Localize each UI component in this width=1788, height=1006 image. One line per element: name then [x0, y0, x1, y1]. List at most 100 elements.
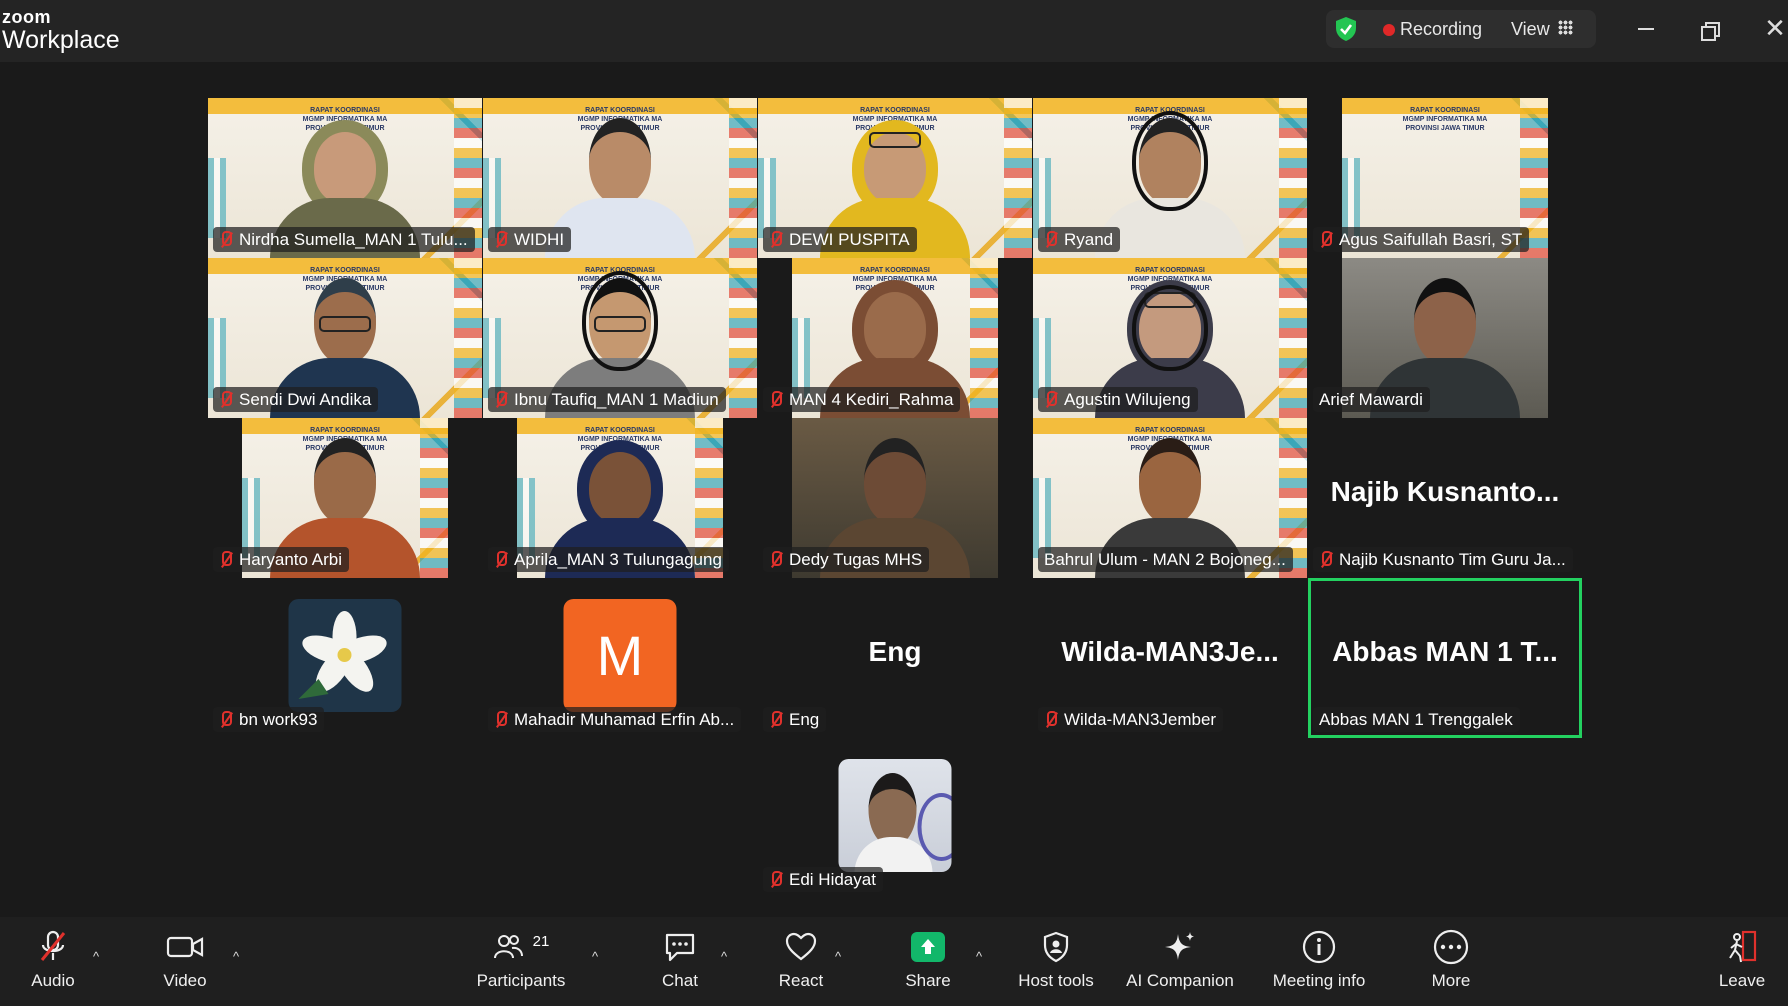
- participant-display-name: Eng: [868, 636, 922, 667]
- meeting-info-label: Meeting info: [1272, 971, 1366, 990]
- participants-options-caret-icon[interactable]: ^: [592, 949, 604, 964]
- participant-name-tag: Agustin Wilujeng: [1038, 387, 1198, 412]
- audio-button[interactable]: Audio: [28, 917, 78, 1006]
- audio-options-caret-icon[interactable]: ^: [93, 949, 105, 964]
- participant-name: MAN 4 Kediri_Rahma: [789, 389, 954, 409]
- participant-tile[interactable]: RAPAT KOORDINASI MGMP INFORMATIKA MA PRO…: [483, 418, 757, 578]
- host-tools-label: Host tools: [1018, 971, 1094, 990]
- participant-name-tag: Ryand: [1038, 227, 1121, 252]
- microphone-muted-icon: [769, 710, 782, 729]
- microphone-muted-icon: [219, 230, 232, 249]
- audio-label: Audio: [31, 971, 75, 990]
- microphone-muted-icon: [494, 550, 507, 569]
- participant-tile[interactable]: RAPAT KOORDINASI MGMP INFORMATIKA MA PRO…: [1033, 418, 1307, 578]
- participant-name-tag: WIDHI: [488, 227, 572, 252]
- share-button[interactable]: Share: [903, 917, 953, 1006]
- more-label: More: [1431, 971, 1471, 990]
- participant-name-tag: Abbas MAN 1 Trenggalek: [1313, 707, 1520, 732]
- host-tools-shield-icon: [1033, 929, 1079, 965]
- brand-large: Workplace: [2, 26, 120, 54]
- banner-text: RAPAT KOORDINASI MGMP INFORMATIKA MA PRO…: [1402, 107, 1488, 132]
- participant-tile[interactable]: bn work93: [208, 578, 482, 738]
- participant-tile[interactable]: Eng Eng: [758, 578, 1032, 738]
- chat-options-caret-icon[interactable]: ^: [721, 949, 733, 964]
- participant-name: bn work93: [239, 709, 318, 729]
- participant-tile[interactable]: RAPAT KOORDINASI MGMP INFORMATIKA MA PRO…: [208, 258, 482, 418]
- brand-small: zoom: [2, 7, 51, 27]
- chat-label: Chat: [662, 971, 698, 990]
- profile-picture: [838, 759, 952, 872]
- profile-picture: [288, 599, 402, 712]
- participant-name: DEWI PUSPITA: [789, 229, 910, 249]
- participant-tile[interactable]: RAPAT KOORDINASI MGMP INFORMATIKA MA PRO…: [1033, 98, 1307, 258]
- host-tools-button[interactable]: Host tools: [1006, 917, 1106, 1006]
- chat-bubble-icon: [657, 929, 703, 965]
- participant-tile[interactable]: RAPAT KOORDINASI MGMP INFORMATIKA MA PRO…: [1033, 258, 1307, 418]
- video-options-caret-icon[interactable]: ^: [233, 949, 245, 964]
- participant-name: Sendi Dwi Andika: [239, 389, 372, 409]
- ai-companion-button[interactable]: AI Companion: [1120, 917, 1240, 1006]
- participant-name-tag: DEWI PUSPITA: [763, 227, 917, 252]
- participant-name-tag: Agus Saifullah Basri, ST: [1313, 227, 1530, 252]
- participant-display-name: Wilda-MAN3Je...: [1061, 636, 1279, 667]
- participant-tile[interactable]: RAPAT KOORDINASI MGMP INFORMATIKA MA PRO…: [758, 258, 1032, 418]
- participant-name-tag: bn work93: [213, 707, 325, 732]
- participants-icon: 21: [471, 929, 571, 965]
- participant-name-tag: Nirdha Sumella_MAN 1 Tulu...: [213, 227, 475, 252]
- participant-name-tag: Haryanto Arbi: [213, 547, 349, 572]
- info-icon: [1296, 929, 1342, 965]
- participant-name-tag: Ibnu Taufiq_MAN 1 Madiun: [488, 387, 726, 412]
- participants-label: Participants: [476, 971, 566, 990]
- restore-button[interactable]: [1696, 14, 1726, 44]
- video-button[interactable]: Video: [160, 917, 210, 1006]
- video-gallery: RAPAT KOORDINASI MGMP INFORMATIKA MA PRO…: [0, 62, 1788, 917]
- flower-icon: [298, 611, 387, 699]
- participant-name: Nirdha Sumella_MAN 1 Tulu...: [239, 229, 468, 249]
- title-bar: zoom Workplace Recording View ✕: [0, 0, 1788, 62]
- grid-view-icon[interactable]: [1558, 20, 1573, 35]
- participants-button[interactable]: 21 Participants: [471, 917, 571, 1006]
- participant-tile[interactable]: Arief Mawardi: [1308, 258, 1582, 418]
- participant-tile[interactable]: Wilda-MAN3Je... Wilda-MAN3Jember: [1033, 578, 1307, 738]
- microphone-muted-icon: [30, 929, 76, 965]
- leave-button[interactable]: Leave: [1717, 917, 1767, 1006]
- minimize-button[interactable]: [1630, 14, 1660, 44]
- participant-name: Aprila_MAN 3 Tulungagung: [514, 549, 722, 569]
- participant-tile[interactable]: Dedy Tugas MHS: [758, 418, 1032, 578]
- share-options-caret-icon[interactable]: ^: [976, 949, 988, 964]
- participant-tile[interactable]: Abbas MAN 1 T... Abbas MAN 1 Trenggalek: [1308, 578, 1582, 738]
- participant-name-tag: MAN 4 Kediri_Rahma: [763, 387, 961, 412]
- microphone-muted-icon: [1044, 230, 1057, 249]
- participant-tile[interactable]: RAPAT KOORDINASI MGMP INFORMATIKA MA PRO…: [758, 98, 1032, 258]
- ai-sparkle-icon: [1157, 929, 1203, 965]
- microphone-muted-icon: [494, 710, 507, 729]
- participant-name-tag: Mahadir Muhamad Erfin Ab...: [488, 707, 742, 732]
- participant-tile[interactable]: RAPAT KOORDINASI MGMP INFORMATIKA MA PRO…: [208, 418, 482, 578]
- participant-tile[interactable]: Edi Hidayat: [758, 738, 1032, 898]
- microphone-muted-icon: [1319, 230, 1332, 249]
- close-button[interactable]: ✕: [1760, 14, 1788, 44]
- participant-tile[interactable]: RAPAT KOORDINASI MGMP INFORMATIKA MA PRO…: [483, 258, 757, 418]
- participant-name-tag: Dedy Tugas MHS: [763, 547, 930, 572]
- react-button[interactable]: React: [776, 917, 826, 1006]
- participant-tile[interactable]: RAPAT KOORDINASI MGMP INFORMATIKA MA PRO…: [208, 98, 482, 258]
- video-camera-icon: [162, 929, 208, 965]
- microphone-muted-icon: [769, 390, 782, 409]
- view-button[interactable]: View: [1511, 19, 1550, 40]
- meeting-info-button[interactable]: Meeting info: [1264, 917, 1374, 1006]
- security-shield-icon[interactable]: [1334, 16, 1358, 42]
- recording-label[interactable]: Recording: [1400, 19, 1482, 40]
- share-label: Share: [905, 971, 951, 990]
- more-button[interactable]: More: [1426, 917, 1476, 1006]
- participant-tile[interactable]: Najib Kusnanto... Najib Kusnanto Tim Guru…: [1308, 418, 1582, 578]
- participant-tile[interactable]: RAPAT KOORDINASI MGMP INFORMATIKA MA PRO…: [483, 98, 757, 258]
- react-options-caret-icon[interactable]: ^: [835, 949, 847, 964]
- chat-button[interactable]: Chat: [655, 917, 705, 1006]
- avatar: M: [563, 599, 677, 712]
- participant-name: Eng: [789, 709, 820, 729]
- participant-tile[interactable]: M Mahadir Muhamad Erfin Ab...: [483, 578, 757, 738]
- participant-name: Bahrul Ulum - MAN 2 Bojoneg...: [1044, 549, 1286, 569]
- participant-name-tag: Aprila_MAN 3 Tulungagung: [488, 547, 729, 572]
- participant-tile[interactable]: RAPAT KOORDINASI MGMP INFORMATIKA MA PRO…: [1308, 98, 1582, 258]
- app-logo: zoom Workplace: [2, 8, 120, 53]
